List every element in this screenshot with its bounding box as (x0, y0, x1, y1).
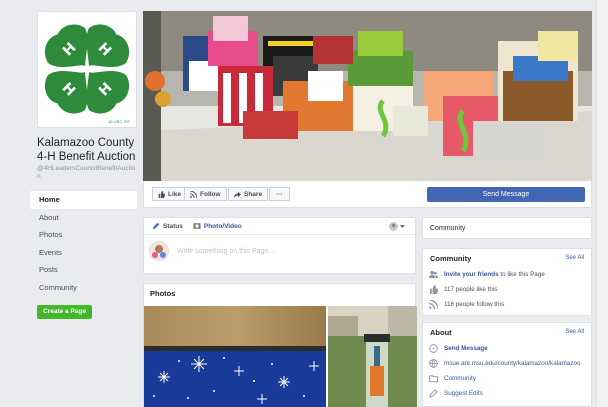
community-header-card: Community (422, 217, 592, 239)
status-tab-label: Status (163, 222, 183, 230)
community-card-header: Community See All (423, 249, 591, 267)
photo-tab-label: Photo/Video (203, 222, 242, 230)
more-button[interactable]: ··· (269, 187, 290, 201)
page-handle[interactable]: @4HLeadersCouncilBenefitAuction (37, 165, 137, 181)
page-avatar-icon (150, 242, 168, 260)
audience-selector[interactable] (389, 221, 405, 231)
photos-section: Photos (143, 283, 417, 407)
thumbs-up-icon (429, 285, 438, 294)
tab-photo-video[interactable]: Photo/Video (193, 222, 242, 230)
like-label: Like (168, 190, 182, 198)
painted-snowflake-canvas-image (144, 306, 326, 407)
likes-row: 117 people like this (423, 282, 591, 297)
nav-item-about[interactable]: About (30, 209, 137, 227)
website-row: msue.anr.msu.edu/county/kalamazoo/kalama… (423, 356, 591, 371)
share-label: Share (244, 190, 263, 198)
composer-body[interactable]: Write something on this Page... (149, 241, 274, 261)
nav-item-posts[interactable]: Posts (30, 261, 137, 279)
community-header: Community (430, 225, 466, 232)
people-icon (429, 270, 438, 279)
globe-icon (429, 359, 438, 368)
share-arrow-icon (234, 191, 241, 198)
messenger-icon (429, 344, 438, 353)
about-send-message-row: Send Message (423, 341, 591, 356)
like-button[interactable]: Like (152, 187, 188, 201)
nav-item-events[interactable]: Events (30, 244, 137, 262)
community-see-all-link[interactable]: See All (565, 255, 584, 261)
composer-placeholder: Write something on this Page... (177, 247, 275, 255)
send-message-button[interactable]: Send Message (427, 187, 585, 202)
garden-lantern-image (328, 306, 417, 407)
follow-label: Follow (200, 190, 221, 198)
tab-status[interactable]: Status (152, 222, 183, 230)
composer-tabs: Status Photo/Video (144, 218, 415, 235)
about-card-header: About See All (423, 323, 591, 341)
auction-baskets-image (143, 11, 592, 181)
about-see-all-link[interactable]: See All (565, 329, 584, 335)
invite-friends-text: to like this Page (498, 271, 545, 278)
create-page-button[interactable]: Create a Page (37, 305, 92, 319)
page-scrollbar[interactable] (596, 0, 608, 407)
follows-count: 116 people follow this (444, 301, 505, 308)
photos-title[interactable]: Photos (144, 284, 415, 304)
pencil-icon (152, 222, 160, 230)
cover-photo[interactable] (143, 11, 592, 181)
page-title: Kalamazoo County 4-H Benefit Auction (37, 137, 136, 163)
about-card-title: About (430, 327, 452, 337)
rss-icon (429, 300, 438, 309)
nav-item-photos[interactable]: Photos (30, 226, 137, 244)
photo-thumbnail[interactable] (328, 306, 417, 407)
community-card: Community See All Invite your friends to… (422, 248, 592, 316)
suggest-edits-row: Suggest Edits (423, 386, 591, 401)
left-column: H H H H 18 USC 707 Kalamazoo County 4-H … (30, 11, 140, 319)
page-nav: Home About Photos Events Posts Community (30, 191, 137, 296)
folder-icon (429, 375, 438, 383)
more-label: ··· (276, 190, 283, 198)
invite-friends-row: Invite your friends to like this Page (423, 267, 591, 282)
follows-row: 116 people follow this (423, 297, 591, 312)
category-link[interactable]: Community (444, 375, 476, 382)
pencil-icon (429, 389, 438, 398)
nav-item-home[interactable]: Home (30, 191, 137, 209)
logo-caption: 18 USC 707 (108, 119, 130, 124)
suggest-edits-link[interactable]: Suggest Edits (444, 390, 483, 397)
about-card: About See All Send Message msue.anr.msu.… (422, 322, 592, 407)
likes-count: 117 people like this (444, 286, 498, 293)
share-button[interactable]: Share (228, 187, 269, 201)
page-action-bar: Like Follow Share ··· Send Message (143, 181, 592, 208)
community-card-title: Community (430, 253, 472, 263)
page-profile-picture[interactable]: H H H H 18 USC 707 (37, 11, 137, 128)
website-link[interactable]: msue.anr.msu.edu/county/kalamazoo/kalama… (444, 360, 581, 367)
4h-clover-logo: H H H H (44, 23, 130, 114)
rss-icon (190, 190, 197, 198)
avatar-icon (389, 221, 398, 231)
nav-item-community[interactable]: Community (30, 279, 137, 297)
category-row: Community (423, 371, 591, 386)
thumbs-up-icon (158, 190, 165, 198)
photo-icon (193, 223, 201, 229)
follow-button[interactable]: Follow (184, 187, 227, 201)
post-composer: Status Photo/Video Write something on th… (143, 217, 416, 274)
photo-thumbnail[interactable] (144, 306, 326, 407)
invite-friends-link[interactable]: Invite your friends (444, 271, 499, 278)
about-send-message-link[interactable]: Send Message (444, 345, 488, 352)
composer-avatar (149, 241, 169, 261)
chevron-down-icon (400, 224, 405, 228)
